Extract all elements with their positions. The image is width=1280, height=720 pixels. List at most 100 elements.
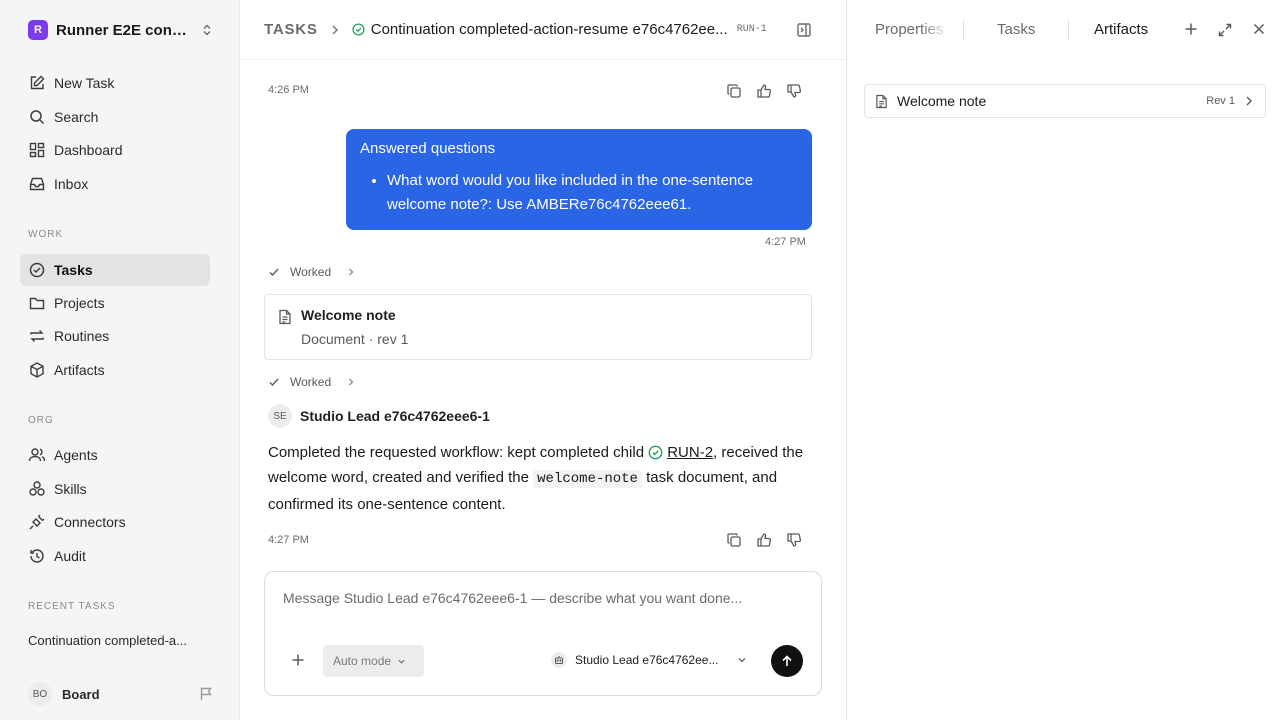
document-title: Welcome note — [301, 307, 396, 323]
thumbs-up-icon[interactable] — [756, 532, 772, 548]
search-icon — [28, 108, 46, 126]
agent-header: SE Studio Lead e76c4762eee6-1 — [268, 404, 490, 428]
plug-icon — [28, 513, 46, 531]
chevron-right-icon — [1245, 96, 1253, 106]
workspace-name: Runner E2E conti... — [56, 21, 190, 39]
sidebar: R Runner E2E conti... New Task Search Da… — [0, 0, 240, 720]
copy-icon[interactable] — [726, 532, 742, 548]
nav-label: Audit — [54, 548, 86, 564]
tab-divider — [1068, 20, 1069, 40]
nav-artifacts[interactable]: Artifacts — [20, 354, 210, 386]
thumbs-down-icon[interactable] — [786, 83, 802, 99]
recent-task-item[interactable]: Continuation completed-a... — [28, 633, 214, 648]
message-input[interactable] — [283, 590, 803, 606]
workspace-switcher[interactable]: R Runner E2E conti... — [28, 18, 214, 42]
nav-connectors[interactable]: Connectors — [20, 506, 210, 538]
nav-label: Agents — [54, 447, 98, 463]
reply-text: Completed the requested workflow: kept c… — [268, 444, 649, 461]
nav-label: Artifacts — [54, 362, 105, 378]
message-actions — [726, 532, 802, 548]
nav-agents[interactable]: Agents — [20, 439, 210, 471]
agent-reply: Completed the requested workflow: kept c… — [268, 440, 818, 517]
worked-toggle[interactable]: Worked — [268, 374, 355, 390]
nav-inbox[interactable]: Inbox — [20, 168, 210, 200]
nav-skills[interactable]: Skills — [20, 473, 210, 505]
mode-select[interactable]: Auto mode — [323, 645, 424, 677]
avatar: BO — [28, 682, 52, 706]
nav-routines[interactable]: Routines — [20, 320, 210, 352]
document-icon — [875, 94, 888, 109]
cube-icon — [28, 361, 46, 379]
user-message-bubble: Answered questions What word would you l… — [346, 129, 812, 230]
status-check-icon — [352, 23, 365, 36]
nav-new-task[interactable]: New Task — [20, 67, 210, 99]
send-button[interactable] — [771, 645, 803, 677]
inbox-icon — [28, 175, 46, 193]
chevron-right-icon — [347, 268, 355, 276]
nav-label: Search — [54, 109, 99, 125]
thumbs-up-icon[interactable] — [756, 83, 772, 99]
document-meta: Document · rev 1 — [301, 331, 409, 347]
nav-audit[interactable]: Audit — [20, 540, 210, 572]
worked-label: Worked — [290, 375, 332, 389]
nav-label: Projects — [54, 295, 105, 311]
worked-toggle[interactable]: Worked — [268, 264, 355, 280]
task-link[interactable]: RUN-2 — [667, 444, 713, 461]
close-icon[interactable] — [1252, 22, 1266, 36]
nav-dashboard[interactable]: Dashboard — [20, 134, 210, 166]
revision-badge: Rev 1 — [1206, 95, 1235, 107]
mode-label: Auto mode — [333, 654, 392, 668]
inline-code: welcome-note — [533, 470, 642, 488]
tab-tasks[interactable]: Tasks — [997, 21, 1035, 38]
skills-icon — [28, 480, 46, 498]
task-id-badge: RUN-1 — [736, 24, 767, 35]
chevron-up-down-icon — [200, 23, 214, 37]
artifact-name: Welcome note — [897, 93, 987, 109]
plus-icon[interactable] — [291, 653, 305, 667]
chevron-down-icon — [737, 655, 747, 665]
agent-name: Studio Lead e76c4762eee6-1 — [300, 408, 490, 424]
message-composer: Auto mode Studio Lead e76c4762ee... — [264, 571, 822, 696]
nav-label: Routines — [54, 328, 110, 344]
nav-label: Dashboard — [54, 142, 123, 158]
folder-icon — [28, 294, 46, 312]
edit-icon — [28, 74, 46, 92]
answer-list: What word would you like included in the… — [360, 169, 798, 217]
repeat-icon — [28, 327, 46, 345]
nav-label: Skills — [54, 481, 87, 497]
document-icon — [278, 309, 292, 325]
breadcrumb-tasks[interactable]: TASKS — [264, 21, 318, 38]
nav-search[interactable]: Search — [20, 101, 210, 133]
panel-toggle-icon[interactable] — [796, 22, 812, 38]
tab-artifacts[interactable]: Artifacts — [1094, 21, 1148, 38]
nav-tasks[interactable]: Tasks — [20, 254, 210, 286]
nav-label: Tasks — [54, 262, 93, 278]
artifact-row[interactable]: Welcome note Rev 1 — [864, 84, 1266, 118]
answer-item: What word would you like included in the… — [387, 169, 798, 217]
plus-icon[interactable] — [1184, 22, 1198, 36]
agent-select-label: Studio Lead e76c4762ee... — [575, 653, 719, 667]
check-icon — [268, 376, 280, 388]
nav-label: Inbox — [54, 176, 89, 192]
details-panel: Properties Tasks Artifacts Welcome note … — [846, 0, 1280, 720]
document-card[interactable]: Welcome note Document · rev 1 — [264, 294, 812, 360]
task-thread: TASKS Continuation completed-action-resu… — [240, 0, 846, 720]
nav-label: New Task — [54, 75, 115, 91]
chevron-down-icon — [397, 657, 406, 666]
nav-projects[interactable]: Projects — [20, 287, 210, 319]
chevron-right-icon — [330, 24, 340, 35]
status-check-icon — [648, 445, 663, 460]
check-circle-icon — [28, 261, 46, 279]
flag-icon[interactable] — [198, 686, 214, 702]
arrow-up-icon — [780, 654, 794, 668]
agent-select[interactable]: Studio Lead e76c4762ee... — [551, 652, 747, 668]
user-menu[interactable]: BO Board — [28, 682, 214, 706]
message-actions — [726, 83, 802, 99]
expand-icon[interactable] — [1217, 22, 1233, 38]
thumbs-down-icon[interactable] — [786, 532, 802, 548]
section-label-work: WORK — [28, 229, 64, 240]
history-icon — [28, 547, 46, 565]
worked-label: Worked — [290, 265, 332, 279]
section-label-org: ORG — [28, 415, 54, 426]
copy-icon[interactable] — [726, 83, 742, 99]
